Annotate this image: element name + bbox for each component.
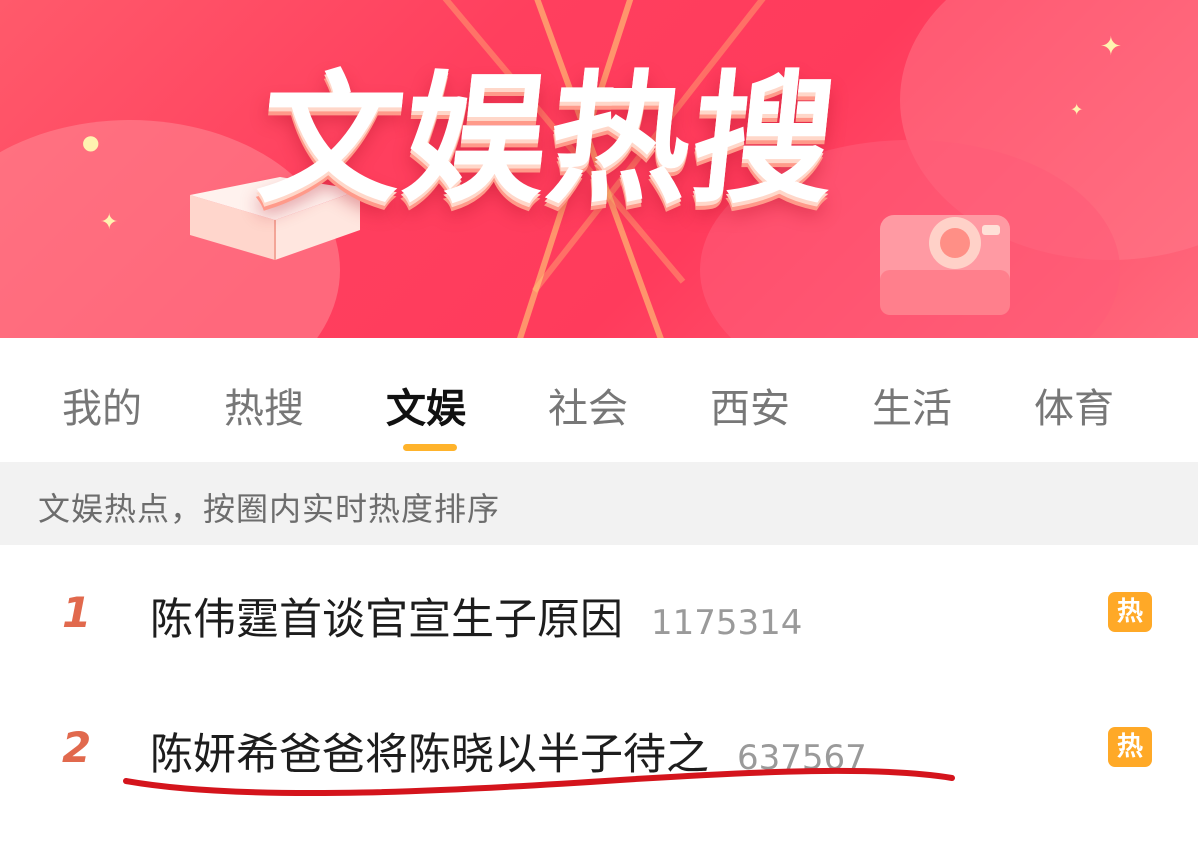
topic-title[interactable]: 陈伟霆首谈官宣生子原因 xyxy=(150,595,623,645)
camera-icon xyxy=(880,215,1010,315)
sparkle-icon: ✦ xyxy=(1070,100,1084,119)
hot-badge: 热 xyxy=(1108,592,1152,632)
tab-entertainment[interactable]: 文娱 xyxy=(386,376,466,434)
active-tab-indicator xyxy=(403,444,457,451)
rank-number: 2 xyxy=(62,723,92,772)
heat-count: 1175314 xyxy=(651,603,803,643)
tab-mine[interactable]: 我的 xyxy=(62,376,142,434)
rank-number: 1 xyxy=(62,588,92,637)
list-item-partial[interactable] xyxy=(0,815,1198,859)
topic-title-line[interactable]: 陈伟霆首谈官宣生子原因 1175314 xyxy=(150,585,802,647)
section-hint: 文娱热点，按圈内实时热度排序 xyxy=(0,462,1198,545)
sparkle-icon: ✦ xyxy=(100,210,119,235)
topic-title-line[interactable]: 陈妍希爸爸将陈晓以半子待之 637567 xyxy=(150,720,867,782)
tab-hot-search[interactable]: 热搜 xyxy=(224,376,304,434)
heat-count: 637567 xyxy=(737,738,867,778)
header-banner: ✦ ✦ ● ✦ 文娱热搜 xyxy=(0,0,1198,338)
sparkle-icon: ● xyxy=(82,130,100,154)
list-item[interactable]: 2 陈妍希爸爸将陈晓以半子待之 637567 热 xyxy=(0,680,1198,816)
tab-life[interactable]: 生活 xyxy=(872,376,952,434)
hint-text: 文娱热点，按圈内实时热度排序 xyxy=(38,490,501,528)
topic-title[interactable]: 陈妍希爸爸将陈晓以半子待之 xyxy=(150,730,709,780)
list-item[interactable]: 1 陈伟霆首谈官宣生子原因 1175314 热 xyxy=(0,545,1198,681)
category-tabs: 我的 热搜 文娱 社会 西安 生活 体育 xyxy=(0,338,1198,462)
sparkle-icon: ✦ xyxy=(1100,32,1122,62)
hot-badge: 热 xyxy=(1108,727,1152,767)
tab-xian[interactable]: 西安 xyxy=(710,376,790,434)
banner-title: 文娱热搜 xyxy=(251,58,846,223)
tab-society[interactable]: 社会 xyxy=(548,376,628,434)
tab-sports[interactable]: 体育 xyxy=(1034,376,1114,434)
